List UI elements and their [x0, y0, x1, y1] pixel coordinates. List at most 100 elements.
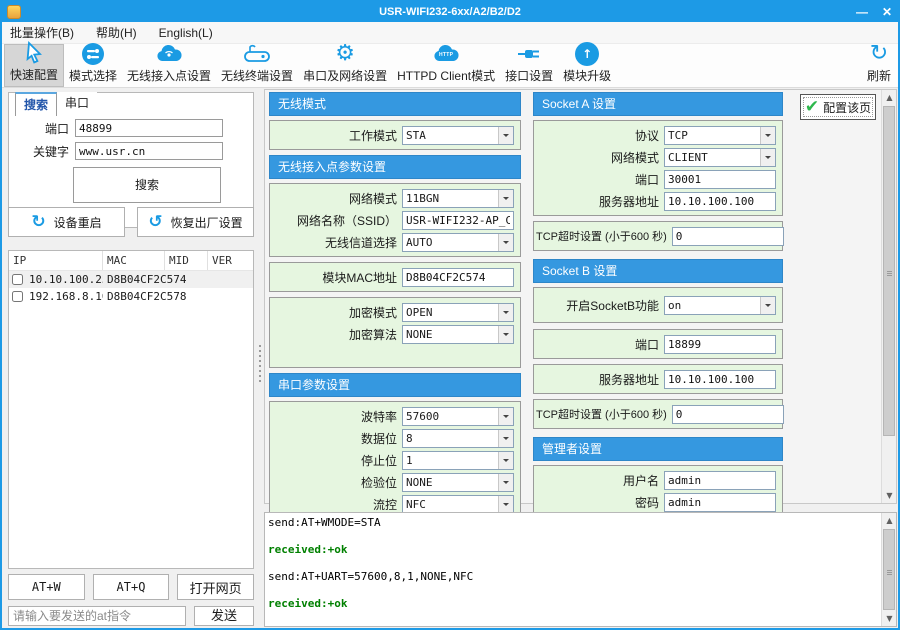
search-button[interactable]: 搜索 [73, 167, 221, 203]
serial-params-box: 波特率 57600 数据位 8 停止位 1 检验位 NONE 流控 NFC [269, 401, 521, 519]
cell-mac: D8B04CF2C574 [103, 273, 186, 286]
gear-icon: ⚙ [335, 42, 355, 66]
window-title: USR-WIFI232-6xx/A2/B2/D2 [2, 6, 898, 18]
socka-mode-label: 网络模式 [536, 149, 664, 166]
chevron-down-icon[interactable] [498, 326, 513, 343]
factory-reset-button[interactable]: ↺ 恢复出厂设置 [137, 207, 254, 237]
tool-httpd-client[interactable]: HTTP HTTPD Client模式 [392, 44, 500, 87]
port-input[interactable] [75, 119, 223, 137]
minimize-button[interactable]: — [856, 2, 868, 22]
parity-select[interactable]: NONE [402, 473, 514, 492]
flowctrl-select[interactable]: NFC [402, 495, 514, 514]
enc-mode-select[interactable]: OPEN [402, 303, 514, 322]
table-row[interactable]: 192.168.8.104 D8B04CF2C578 [9, 288, 253, 305]
work-mode-select[interactable]: STA [402, 126, 514, 145]
chevron-down-icon[interactable] [498, 190, 513, 207]
password-input[interactable] [664, 493, 776, 512]
socket-b-server-box: 服务器地址 [533, 364, 783, 394]
chevron-down-icon[interactable] [498, 304, 513, 321]
close-button[interactable]: ✕ [882, 2, 892, 22]
socka-server-input[interactable] [664, 192, 776, 211]
device-reboot-button[interactable]: ↻ 设备重启 [8, 207, 125, 237]
scroll-down-icon[interactable]: ▼ [882, 611, 897, 626]
table-row[interactable]: 10.10.100.254 D8B04CF2C574 [9, 271, 253, 288]
tab-search[interactable]: 搜索 [15, 92, 57, 116]
tool-ap-settings[interactable]: 无线接入点设置 [122, 44, 216, 87]
socka-port-label: 端口 [536, 171, 664, 188]
log-output[interactable]: send:AT+WMODE=STA received:+ok send:AT+U… [268, 516, 880, 624]
sockb-enable-select[interactable]: on [664, 296, 776, 315]
stopbits-select[interactable]: 1 [402, 451, 514, 470]
vertical-splitter[interactable] [256, 90, 264, 624]
enc-alg-select[interactable]: NONE [402, 325, 514, 344]
scroll-up-icon[interactable]: ▲ [882, 513, 897, 528]
plug-icon [516, 42, 542, 66]
col-mac[interactable]: MAC [103, 251, 165, 270]
encryption-box: 加密模式 OPEN 加密算法 NONE [269, 297, 521, 368]
socka-mode-select[interactable]: CLIENT [664, 148, 776, 167]
channel-select[interactable]: AUTO [402, 233, 514, 252]
flowctrl-label: 流控 [272, 496, 402, 513]
chevron-down-icon[interactable] [760, 127, 775, 144]
menu-help[interactable]: 帮助(H) [96, 24, 137, 41]
socka-port-input[interactable] [664, 170, 776, 189]
log-scrollbar[interactable]: ▲ ▼ [881, 513, 896, 626]
col-mid[interactable]: MID [165, 251, 208, 270]
chevron-down-icon[interactable] [498, 127, 513, 144]
toolbar: 快速配置 模式选择 无线接入点设置 无线终端设置 ⚙ 串口及网络设置 [2, 44, 898, 88]
log-scrollbar-thumb[interactable] [883, 529, 895, 610]
net-mode-select[interactable]: 11BGN [402, 189, 514, 208]
tool-label: 接口设置 [505, 67, 553, 84]
config-scrollbar-thumb[interactable] [883, 106, 895, 436]
username-input[interactable] [664, 471, 776, 490]
ssid-input[interactable] [402, 211, 514, 230]
chevron-down-icon[interactable] [498, 474, 513, 491]
chevron-down-icon[interactable] [498, 408, 513, 425]
at-command-input[interactable] [8, 606, 186, 626]
row-checkbox[interactable] [12, 291, 23, 302]
chevron-down-icon[interactable] [498, 430, 513, 447]
section-admin: 管理者设置 [533, 437, 783, 461]
baud-select[interactable]: 57600 [402, 407, 514, 426]
scroll-down-icon[interactable]: ▼ [882, 488, 897, 503]
menu-english[interactable]: English(L) [159, 26, 213, 40]
send-button[interactable]: 发送 [194, 606, 254, 626]
chevron-down-icon[interactable] [498, 496, 513, 513]
sockb-enable-label: 开启SocketB功能 [536, 297, 664, 314]
chevron-down-icon[interactable] [498, 452, 513, 469]
tool-refresh[interactable]: ↻ 刷新 [862, 44, 896, 87]
chevron-down-icon[interactable] [498, 234, 513, 251]
col-ver[interactable]: VER [208, 251, 248, 270]
tool-sta-settings[interactable]: 无线终端设置 [216, 44, 298, 87]
mac-input[interactable] [402, 268, 514, 287]
tab-serial[interactable]: 串口 [57, 92, 97, 116]
protocol-select[interactable]: TCP [664, 126, 776, 145]
socka-timeout-input[interactable] [672, 227, 784, 246]
atw-button[interactable]: AT+W [8, 574, 85, 600]
mac-box: 模块MAC地址 [269, 262, 521, 292]
tool-interface-settings[interactable]: 接口设置 [500, 44, 558, 87]
tool-module-upgrade[interactable]: ↑ 模块升级 [558, 44, 616, 87]
config-scrollbar[interactable]: ▲ ▼ [881, 90, 896, 503]
keyword-input[interactable] [75, 142, 223, 160]
row-checkbox[interactable] [12, 274, 23, 285]
apply-page-button[interactable]: ✔ 配置该页 [800, 94, 876, 120]
open-web-button[interactable]: 打开网页 [177, 574, 254, 600]
protocol-label: 协议 [536, 127, 664, 144]
section-ap-params: 无线接入点参数设置 [269, 155, 521, 179]
col-ip[interactable]: IP [9, 251, 103, 270]
work-mode-label: 工作模式 [272, 127, 402, 144]
sockb-port-input[interactable] [664, 335, 776, 354]
tool-serial-network[interactable]: ⚙ 串口及网络设置 [298, 44, 392, 87]
tool-quick-config[interactable]: 快速配置 [4, 44, 64, 87]
chevron-down-icon[interactable] [760, 297, 775, 314]
chevron-down-icon[interactable] [760, 149, 775, 166]
sockb-timeout-input[interactable] [672, 405, 784, 424]
device-table: IP MAC MID VER 10.10.100.254 D8B04CF2C57… [8, 250, 254, 569]
sockb-server-input[interactable] [664, 370, 776, 389]
menu-batch-operations[interactable]: 批量操作(B) [10, 24, 74, 41]
databits-select[interactable]: 8 [402, 429, 514, 448]
scroll-up-icon[interactable]: ▲ [882, 90, 897, 105]
tool-mode-select[interactable]: 模式选择 [64, 44, 122, 87]
atq-button[interactable]: AT+Q [93, 574, 170, 600]
